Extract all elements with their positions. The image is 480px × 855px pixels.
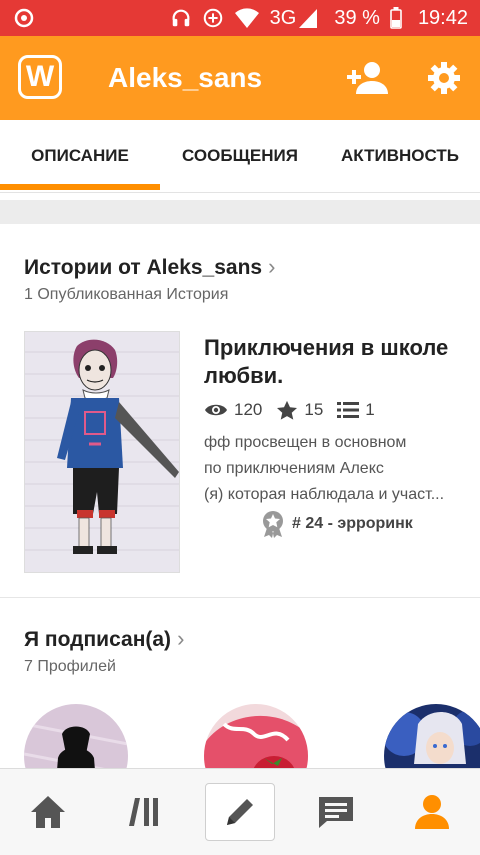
add-user-icon bbox=[347, 62, 388, 94]
story-reads: 120 bbox=[204, 400, 262, 420]
stories-count: 1 Опубликованная История bbox=[24, 286, 229, 303]
story-stats: 120 15 1 bbox=[204, 400, 389, 420]
eye-icon bbox=[205, 404, 227, 416]
story-rank[interactable]: # 24 - эрроринк bbox=[262, 510, 413, 538]
tab-description[interactable]: ОПИСАНИЕ bbox=[0, 120, 160, 192]
clock: 19:42 bbox=[417, 6, 468, 29]
messages-icon bbox=[319, 797, 353, 828]
story-parts: 1 bbox=[337, 400, 375, 420]
story-votes-count: 15 bbox=[304, 400, 324, 419]
write-button[interactable] bbox=[205, 783, 275, 841]
battery-icon bbox=[390, 7, 402, 29]
profile-tabs: ОПИСАНИЕ СООБЩЕНИЯ АКТИВНОСТЬ bbox=[0, 120, 480, 193]
nav-home[interactable] bbox=[0, 769, 96, 855]
star-icon bbox=[277, 400, 298, 420]
story-rank-label: # 24 - эрроринк bbox=[292, 515, 413, 532]
tab-activity[interactable]: АКТИВНОСТЬ bbox=[320, 120, 480, 192]
story-votes: 15 bbox=[276, 400, 323, 420]
battery-level: 39 % bbox=[334, 6, 380, 29]
wifi-icon bbox=[234, 7, 260, 29]
nfc-icon bbox=[202, 7, 224, 29]
signal-icon bbox=[298, 7, 318, 29]
nav-library[interactable] bbox=[96, 769, 192, 855]
story-description: фф просвещен в основном по приключениям … bbox=[204, 430, 478, 508]
list-icon bbox=[337, 402, 360, 418]
stories-section-header[interactable]: Истории от Aleks_sans › bbox=[24, 254, 275, 280]
nav-profile[interactable] bbox=[384, 769, 480, 855]
nav-messages[interactable] bbox=[288, 769, 384, 855]
bottom-navigation bbox=[0, 768, 480, 855]
gear-icon bbox=[428, 62, 460, 94]
headphones-icon bbox=[170, 7, 192, 29]
active-tab-indicator bbox=[0, 184, 160, 190]
story-reads-count: 120 bbox=[234, 400, 263, 419]
following-count: 7 Профилей bbox=[24, 658, 116, 675]
section-separator bbox=[0, 200, 480, 224]
app-notification-icon bbox=[14, 8, 34, 33]
chevron-right-icon: › bbox=[177, 626, 185, 651]
wattpad-logo: W bbox=[18, 55, 62, 99]
home-icon bbox=[31, 796, 65, 828]
follow-user-button[interactable] bbox=[346, 60, 390, 96]
tab-messages[interactable]: СООБЩЕНИЯ bbox=[160, 120, 320, 192]
story-parts-count: 1 bbox=[365, 400, 375, 419]
story-cover-image[interactable] bbox=[24, 331, 180, 573]
pencil-icon bbox=[227, 799, 253, 825]
stories-section-title: Истории от Aleks_sans bbox=[24, 256, 263, 279]
following-section-title: Я подписан(а) bbox=[24, 628, 172, 651]
story-description-line: фф просвещен в основном bbox=[204, 434, 407, 451]
following-section-header[interactable]: Я подписан(а) › bbox=[24, 626, 184, 652]
profile-username: Aleks_sans bbox=[108, 62, 263, 93]
story-description-line: (я) которая наблюдала и участ... bbox=[204, 486, 445, 503]
story-description-line: по приключениям Алекс bbox=[204, 460, 384, 477]
network-type: 3G bbox=[269, 6, 297, 29]
profile-icon bbox=[415, 795, 449, 829]
chevron-right-icon: › bbox=[268, 254, 276, 279]
medal-icon bbox=[263, 511, 283, 538]
section-divider bbox=[0, 597, 480, 598]
app-bar: W Aleks_sans bbox=[0, 36, 480, 120]
library-icon bbox=[129, 798, 158, 826]
settings-button[interactable] bbox=[426, 60, 462, 96]
nav-write[interactable] bbox=[192, 769, 288, 855]
story-title[interactable]: Приключения в школе любви. bbox=[204, 334, 468, 390]
status-bar: 3G 39 % 19:42 bbox=[0, 0, 480, 36]
